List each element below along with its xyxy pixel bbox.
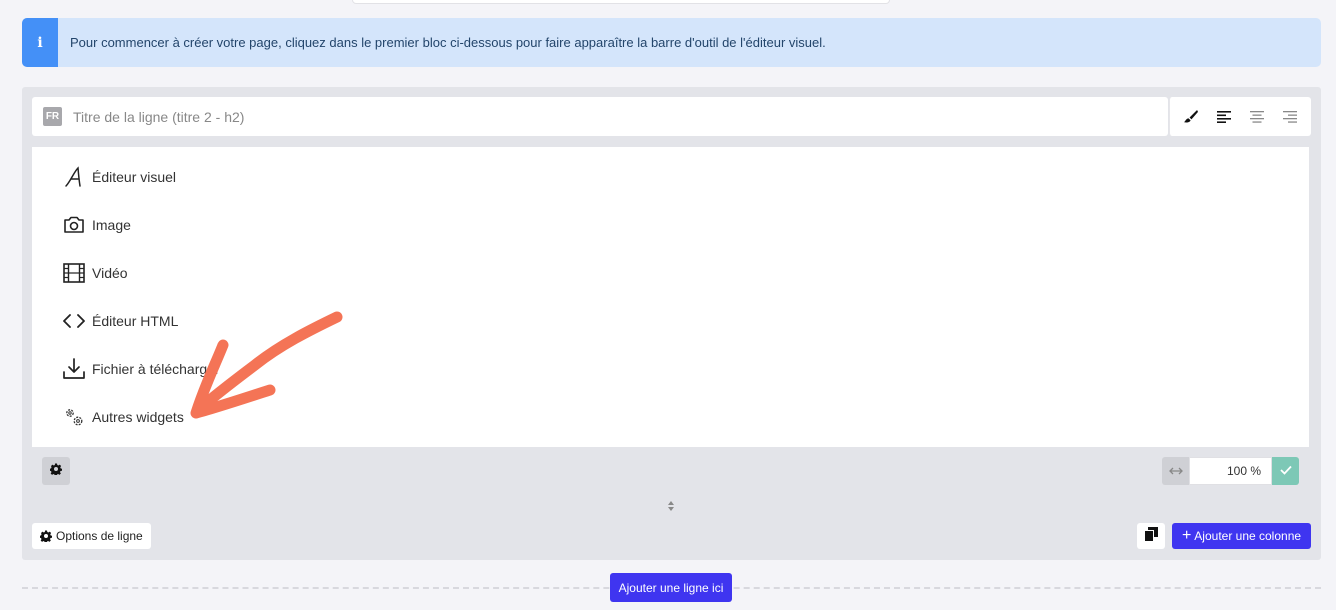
column-width-input[interactable]: 100 % bbox=[1189, 457, 1272, 485]
row-title-bar[interactable]: FR Titre de la ligne (titre 2 - h2) bbox=[32, 97, 1168, 136]
copy-icon bbox=[1144, 526, 1158, 546]
widget-image[interactable]: Image bbox=[62, 213, 131, 237]
gear-icon bbox=[40, 530, 52, 542]
row-resize-handle[interactable] bbox=[666, 501, 676, 515]
code-icon bbox=[62, 309, 86, 333]
paintbrush-icon[interactable] bbox=[1176, 102, 1206, 132]
info-text: Pour commencer à créer votre page, cliqu… bbox=[70, 35, 826, 50]
sort-arrows-icon bbox=[667, 499, 675, 517]
row-block: FR Titre de la ligne (titre 2 - h2) Édit… bbox=[22, 87, 1321, 560]
camera-icon bbox=[62, 213, 86, 237]
top-input-remnant[interactable] bbox=[352, 0, 890, 4]
widget-download-file[interactable]: Fichier à télécharger bbox=[62, 357, 220, 381]
gear-icon bbox=[49, 462, 62, 480]
confirm-width-button[interactable] bbox=[1272, 457, 1299, 485]
row-title-input[interactable]: Titre de la ligne (titre 2 - h2) bbox=[73, 109, 244, 125]
row-options-label: Options de ligne bbox=[56, 529, 143, 543]
widget-other[interactable]: Autres widgets bbox=[62, 405, 184, 429]
add-column-button[interactable]: + Ajouter une colonne bbox=[1172, 523, 1311, 549]
duplicate-row-button[interactable] bbox=[1137, 523, 1165, 549]
column-settings-button[interactable] bbox=[42, 457, 70, 485]
title-toolbar bbox=[1169, 97, 1311, 136]
text-a-icon bbox=[62, 165, 86, 189]
plus-icon: + bbox=[1181, 527, 1192, 544]
check-icon bbox=[1279, 462, 1292, 480]
widget-label: Image bbox=[92, 217, 131, 233]
widget-label: Fichier à télécharger bbox=[92, 361, 220, 377]
column-width-control: 100 % bbox=[1162, 457, 1299, 485]
widget-video[interactable]: Vidéo bbox=[62, 261, 128, 285]
gears-icon bbox=[62, 405, 86, 429]
language-badge: FR bbox=[43, 107, 62, 126]
widget-label: Autres widgets bbox=[92, 409, 184, 425]
film-icon bbox=[62, 261, 86, 285]
widget-label: Éditeur HTML bbox=[92, 313, 179, 329]
align-left-icon[interactable] bbox=[1209, 102, 1239, 132]
widget-html-editor[interactable]: Éditeur HTML bbox=[62, 309, 178, 333]
download-icon bbox=[62, 357, 86, 381]
add-row-button[interactable]: Ajouter une ligne ici bbox=[610, 573, 732, 602]
widget-label: Éditeur visuel bbox=[92, 169, 177, 185]
align-right-icon[interactable] bbox=[1275, 102, 1305, 132]
arrows-horizontal-icon bbox=[1162, 457, 1189, 485]
align-center-icon[interactable] bbox=[1242, 102, 1272, 132]
widget-label: Vidéo bbox=[92, 265, 128, 281]
row-options-button[interactable]: Options de ligne bbox=[32, 523, 151, 549]
widget-visual-editor[interactable]: Éditeur visuel bbox=[62, 165, 176, 189]
add-column-label: Ajouter une colonne bbox=[1194, 529, 1302, 543]
info-icon: i bbox=[22, 18, 58, 67]
widget-panel: Éditeur visuel Image Vidéo Éditeur HTML … bbox=[32, 147, 1309, 447]
info-banner: i Pour commencer à créer votre page, cli… bbox=[22, 18, 1321, 67]
